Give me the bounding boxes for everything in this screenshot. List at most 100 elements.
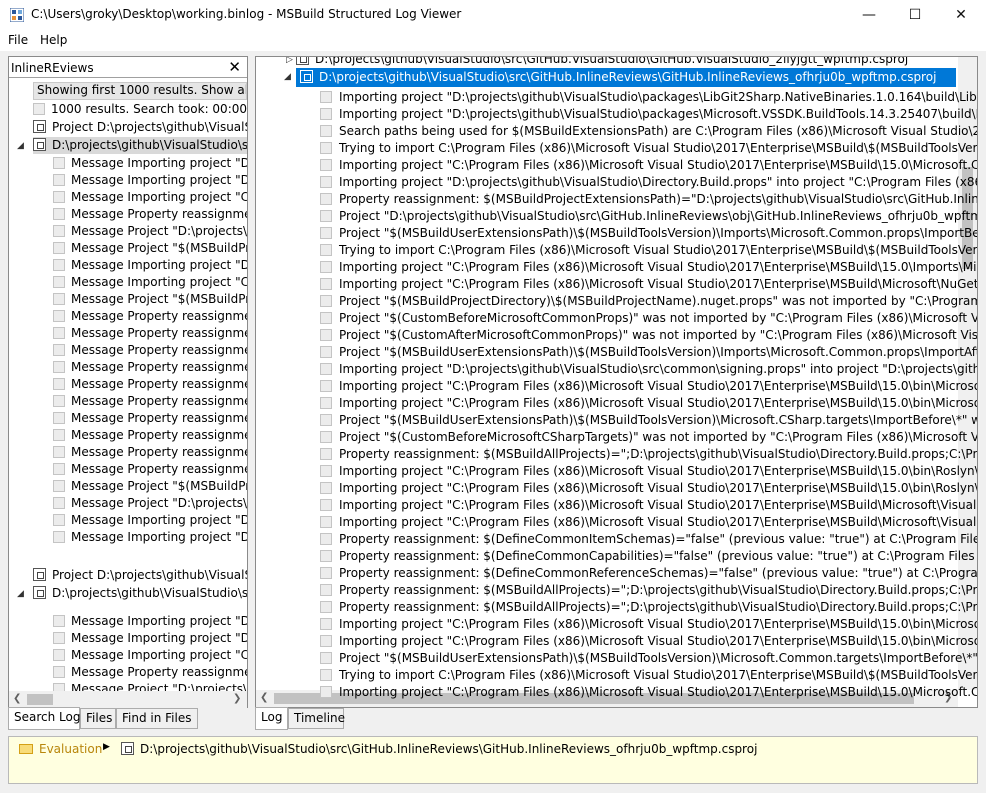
log-tree-item[interactable]: Property reassignment: $(MSBuildAllProje… — [320, 599, 977, 616]
menu-help[interactable]: Help — [40, 33, 67, 47]
result-count: 1000 results. Search took: 00:00:00.0070… — [33, 101, 247, 118]
tab-timeline[interactable]: Timeline — [288, 708, 345, 729]
tree-item-message[interactable]: Message Property reassignme — [53, 325, 247, 342]
tree-item-message[interactable]: Message Property reassignme — [53, 342, 247, 359]
scroll-left-icon[interactable]: ❮ — [260, 692, 268, 703]
tree-item-message[interactable]: Message Importing project "D — [53, 257, 247, 274]
log-tree-item[interactable]: Property reassignment: $(MSBuildAllProje… — [320, 446, 977, 463]
project-icon — [33, 120, 46, 133]
log-tree-item[interactable]: Trying to import C:\Program Files (x86)\… — [320, 140, 977, 157]
log-tree-item[interactable]: Project "$(MSBuildUserExtensionsPath)\$(… — [320, 650, 978, 667]
tree-item-message[interactable]: Message Importing project "D — [53, 155, 247, 172]
tab-search-log[interactable]: Search Log — [8, 707, 80, 730]
log-tree-item[interactable]: Project "$(CustomBeforeMicrosoftCommonPr… — [320, 310, 977, 327]
tree-item-message[interactable]: Message Importing project "D — [53, 529, 247, 546]
tree-item-message[interactable]: Message Property reassignme — [53, 664, 247, 681]
log-tree-item[interactable]: Importing project "C:\Program Files (x86… — [320, 616, 977, 633]
log-tree-item[interactable]: Project "$(MSBuildUserExtensionsPath)\$(… — [320, 344, 977, 361]
tree-item-message[interactable]: Message Property reassignme — [53, 410, 247, 427]
selected-project-row[interactable]: D:\projects\github\VisualStudio\src\GitH… — [296, 68, 956, 87]
log-tree-item[interactable]: Importing project "D:\projects\github\Vi… — [320, 89, 977, 106]
tree-item-project[interactable]: Project D:\projects\github\VisualStudio\… — [33, 119, 247, 136]
log-tree-item[interactable]: Importing project "C:\Program Files (x86… — [320, 497, 977, 514]
tree-item-project-partial[interactable]: D:\projects\github\VisualStudio\src\GitH… — [296, 57, 908, 68]
log-tree-item[interactable]: Importing project "C:\Program Files (x86… — [320, 480, 977, 497]
close-button[interactable]: ✕ — [938, 0, 984, 31]
log-tree-item[interactable]: Importing project "D:\projects\github\Vi… — [320, 174, 977, 191]
tree-item-message[interactable]: Message Property reassignme — [53, 376, 247, 393]
tree-item-message[interactable]: Message Property reassignme — [53, 359, 247, 376]
log-tree-item[interactable]: Property reassignment: $(DefineCommonCap… — [320, 548, 977, 565]
tree-item-message[interactable]: Message Importing project "D — [53, 172, 247, 189]
log-tree-item[interactable]: Property reassignment: $(DefineCommonIte… — [320, 531, 977, 548]
scrollbar-thumb[interactable] — [27, 694, 53, 705]
clear-search-icon[interactable]: ✕ — [228, 58, 241, 76]
collapse-arrow-icon[interactable]: ◢ — [17, 141, 24, 151]
tree-item-project-folder[interactable]: D:\projects\github\VisualStudio\src\GitH… — [33, 137, 247, 154]
tree-item-project-folder[interactable]: D:\projects\github\VisualStudio\src\GitH… — [33, 585, 247, 602]
log-tree-item[interactable]: Importing project "C:\Program Files (x86… — [320, 633, 977, 650]
expand-arrow-icon[interactable]: ▷ — [286, 57, 293, 65]
tab-log[interactable]: Log — [255, 707, 288, 730]
log-tree-item[interactable]: Importing project "C:\Program Files (x86… — [320, 514, 977, 531]
log-tree-item[interactable]: Search paths being used for $(MSBuildExt… — [320, 123, 977, 140]
show-all-results-banner[interactable]: Showing first 1000 results. Show all res… — [33, 82, 247, 100]
project-icon — [33, 568, 46, 581]
maximize-button[interactable]: ☐ — [892, 0, 938, 31]
tree-item-message[interactable]: Message Importing project "D — [53, 630, 247, 647]
tree-item-message[interactable]: Message Property reassignme — [53, 427, 247, 444]
tree-item-message[interactable]: Message Property reassignme — [53, 393, 247, 410]
search-input[interactable] — [11, 59, 221, 76]
breadcrumb-project[interactable]: D:\projects\github\VisualStudio\src\GitH… — [121, 742, 757, 756]
log-tree-item[interactable]: Project "$(MSBuildUserExtensionsPath)\$(… — [320, 412, 977, 429]
tree-item-message[interactable]: Message Property reassignme — [53, 308, 247, 325]
tree-item-message[interactable]: Message Importing project "C — [53, 189, 247, 206]
selected-project-label: D:\projects\github\VisualStudio\src\GitH… — [319, 70, 937, 84]
log-tree-item[interactable]: Importing project "C:\Program Files (x86… — [320, 259, 977, 276]
log-tree-item[interactable]: Property reassignment: $(MSBuildAllProje… — [320, 582, 977, 599]
tab-find-in-files[interactable]: Find in Files — [116, 708, 198, 729]
log-tree-item[interactable]: Importing project "C:\Program Files (x86… — [320, 378, 977, 395]
scroll-left-icon[interactable]: ❮ — [13, 693, 21, 704]
minimize-button[interactable]: — — [846, 0, 892, 31]
tree-item-message[interactable]: Message Project "$(MSBuildPr — [53, 240, 247, 257]
log-tree-item[interactable]: Trying to import C:\Program Files (x86)\… — [320, 667, 977, 684]
log-tree-item[interactable]: Importing project "C:\Program Files (x86… — [320, 157, 977, 174]
tree-item-message[interactable]: Message Project "D:\projects\ — [53, 681, 247, 691]
tree-item-message[interactable]: Message Importing project "D — [53, 512, 247, 529]
collapse-arrow-icon[interactable]: ◢ — [284, 72, 291, 82]
tree-item-message[interactable]: Message Importing project "D — [53, 613, 247, 630]
log-tree-item[interactable]: Importing project "C:\Program Files (x86… — [320, 276, 977, 293]
tree-item-message[interactable]: Message Property reassignme — [53, 206, 247, 223]
message-label: Project "$(MSBuildUserExtensionsPath)\$(… — [339, 651, 978, 665]
log-tree-item[interactable]: Trying to import C:\Program Files (x86)\… — [320, 242, 977, 259]
log-tree-item[interactable]: Project "D:\projects\github\VisualStudio… — [320, 208, 977, 225]
log-tree-item[interactable]: Project "$(MSBuildUserExtensionsPath)\$(… — [320, 225, 977, 242]
tree-item-message[interactable]: Message Project "D:\projects\ — [53, 495, 247, 512]
left-horizontal-scrollbar[interactable]: ❮ ❯ — [9, 691, 247, 708]
log-tree-item[interactable]: Project "$(CustomBeforeMicrosoftCSharpTa… — [320, 429, 977, 446]
breadcrumb-evaluation[interactable]: Evaluation — [19, 742, 102, 756]
tree-item-message[interactable]: Message Project "$(MSBuildPr — [53, 291, 247, 308]
collapse-arrow-icon[interactable]: ◢ — [17, 589, 24, 599]
tree-item-message[interactable]: Message Property reassignme — [53, 444, 247, 461]
log-tree-item[interactable]: Importing project "D:\projects\github\Vi… — [320, 361, 977, 378]
log-tree-item[interactable]: Project "$(CustomAfterMicrosoftCommonPro… — [320, 327, 977, 344]
tree-item-message[interactable]: Message Project "D:\projects\ — [53, 223, 247, 240]
scroll-right-icon[interactable]: ❯ — [233, 693, 241, 704]
tree-item-project[interactable]: Project D:\projects\github\VisualStudio\… — [33, 567, 247, 584]
menu-file[interactable]: File — [8, 33, 28, 47]
tree-item-message[interactable]: Message Importing project "C — [53, 647, 247, 664]
log-tree-item[interactable]: Project "$(MSBuildProjectDirectory)\$(MS… — [320, 293, 977, 310]
tab-files[interactable]: Files — [80, 708, 116, 729]
log-tree-item[interactable]: Property reassignment: $(MSBuildProjectE… — [320, 191, 977, 208]
tree-item-message[interactable]: Message Importing project "C — [53, 274, 247, 291]
tree-item-message[interactable]: Message Project "$(MSBuildPr — [53, 478, 247, 495]
log-tree-item[interactable]: Importing project "C:\Program Files (x86… — [320, 395, 977, 412]
tree-item-message[interactable]: Message Property reassignme — [53, 461, 247, 478]
log-tree-item[interactable]: Property reassignment: $(DefineCommonRef… — [320, 565, 977, 582]
message-icon — [320, 176, 332, 188]
log-tree-item[interactable]: Importing project "D:\projects\github\Vi… — [320, 106, 977, 123]
log-tree-item[interactable]: Importing project "C:\Program Files (x86… — [320, 463, 977, 480]
log-tree-item[interactable]: Importing project "C:\Program Files (x86… — [320, 684, 977, 701]
